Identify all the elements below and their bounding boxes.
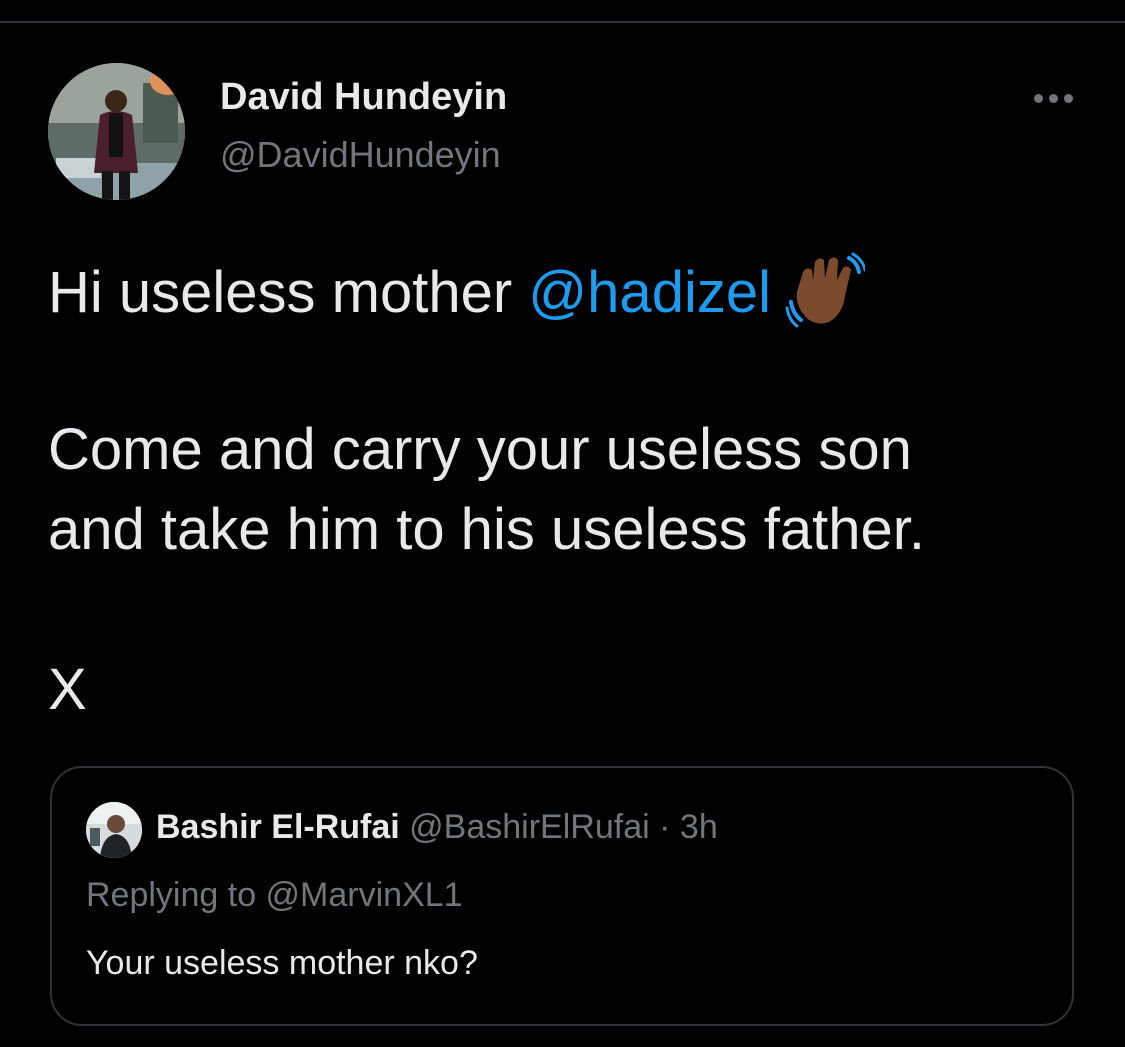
tweet-line-4: X — [48, 657, 87, 722]
more-options-button[interactable] — [1026, 86, 1080, 110]
more-horizontal-icon-dot — [1063, 93, 1073, 103]
more-horizontal-icon-dot — [1048, 93, 1058, 103]
quoted-author-name[interactable]: Bashir El-Rufai — [156, 808, 400, 846]
quoted-replying-to: Replying to @MarvinXL1 — [86, 876, 463, 914]
tweet-text: Hi useless mother @hadizel Come and carr… — [48, 250, 1088, 730]
author-name[interactable]: David Hundeyin — [220, 76, 507, 119]
author-avatar[interactable] — [48, 63, 185, 200]
tweet-line-blank-2 — [48, 570, 1088, 650]
tweet-line-3: and take him to his useless father. — [48, 497, 925, 562]
quoted-tweet-card[interactable]: Bashir El-Rufai @BashirElRufai · 3h Repl… — [50, 766, 1074, 1026]
tweet-line-1-text: Hi useless mother — [48, 260, 529, 325]
waving-hand-emoji-icon — [785, 250, 867, 330]
quoted-timestamp[interactable]: 3h — [680, 808, 718, 846]
quoted-author-handle[interactable]: @BashirElRufai — [409, 808, 650, 846]
tweet-line-1: Hi useless mother @hadizel — [48, 250, 1088, 330]
quoted-author-avatar[interactable] — [86, 802, 142, 858]
quoted-tweet-header: Bashir El-Rufai @BashirElRufai · 3h — [156, 808, 718, 847]
tweet-line-2: Come and carry your useless son — [48, 417, 912, 482]
mention-link[interactable]: @hadizel — [528, 260, 771, 325]
author-handle[interactable]: @DavidHundeyin — [220, 134, 501, 176]
quoted-separator: · — [659, 808, 671, 846]
tweet: David Hundeyin @DavidHundeyin Hi useless… — [0, 0, 1125, 1047]
more-horizontal-icon — [1033, 93, 1043, 103]
quoted-tweet-text: Your useless mother nko? — [86, 944, 478, 982]
